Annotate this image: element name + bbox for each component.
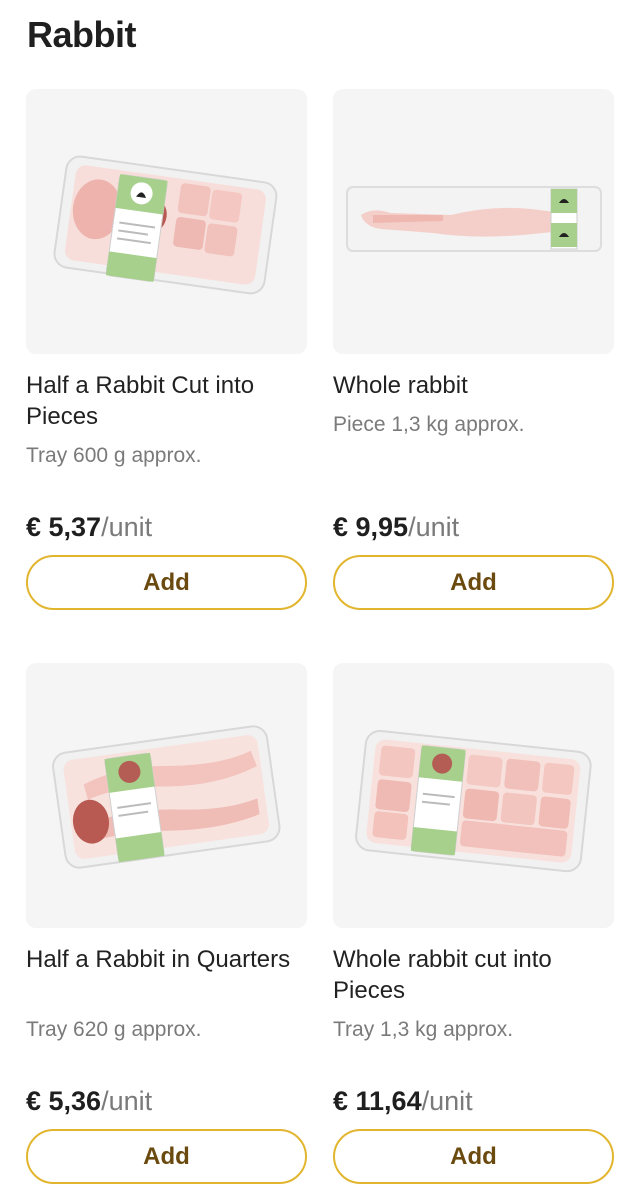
price-row: € 11,64/unit: [333, 1084, 473, 1118]
product-name[interactable]: Whole rabbit: [333, 370, 614, 401]
product-card[interactable]: Half a Rabbit in Quarters Tray 620 g app…: [26, 663, 307, 1185]
product-price: € 5,36: [26, 1086, 102, 1116]
price-unit: /unit: [408, 512, 460, 542]
product-price: € 9,95: [333, 512, 409, 542]
product-image[interactable]: [26, 663, 307, 928]
product-size: Piece 1,3 kg approx.: [333, 413, 525, 436]
whole-rabbit-pieces-tray-image: [355, 729, 592, 873]
product-image[interactable]: [333, 89, 614, 354]
product-card[interactable]: Whole rabbit cut into Pieces Tray 1,3 kg…: [333, 663, 614, 1185]
rabbit-quarters-tray-image: [52, 725, 281, 869]
product-price: € 11,64: [333, 1086, 422, 1116]
price-row: € 5,37/unit: [26, 510, 152, 544]
product-grid: Half a Rabbit Cut into Pieces Tray 600 g…: [26, 89, 614, 1185]
product-name[interactable]: Whole rabbit cut into Pieces: [333, 944, 614, 1006]
whole-rabbit-package-image: [346, 186, 602, 252]
section-title: Rabbit: [27, 14, 137, 55]
rabbit-pieces-tray-image: [53, 155, 278, 295]
product-card[interactable]: Half a Rabbit Cut into Pieces Tray 600 g…: [26, 89, 307, 611]
product-size: Tray 600 g approx.: [26, 444, 202, 467]
add-button[interactable]: Add: [26, 1129, 307, 1184]
product-price: € 5,37: [26, 512, 102, 542]
product-image[interactable]: [333, 663, 614, 928]
price-unit: /unit: [101, 512, 153, 542]
price-unit: /unit: [101, 1086, 153, 1116]
product-name[interactable]: Half a Rabbit in Quarters: [26, 944, 307, 975]
add-button[interactable]: Add: [333, 1129, 614, 1184]
product-size: Tray 620 g approx.: [26, 1018, 202, 1041]
price-row: € 9,95/unit: [333, 510, 459, 544]
product-size: Tray 1,3 kg approx.: [333, 1018, 514, 1041]
price-row: € 5,36/unit: [26, 1084, 152, 1118]
add-button[interactable]: Add: [26, 555, 307, 610]
add-button[interactable]: Add: [333, 555, 614, 610]
product-image[interactable]: [26, 89, 307, 354]
product-card[interactable]: Whole rabbit Piece 1,3 kg approx. € 9,95…: [333, 89, 614, 611]
product-name[interactable]: Half a Rabbit Cut into Pieces: [26, 370, 307, 432]
price-unit: /unit: [421, 1086, 473, 1116]
